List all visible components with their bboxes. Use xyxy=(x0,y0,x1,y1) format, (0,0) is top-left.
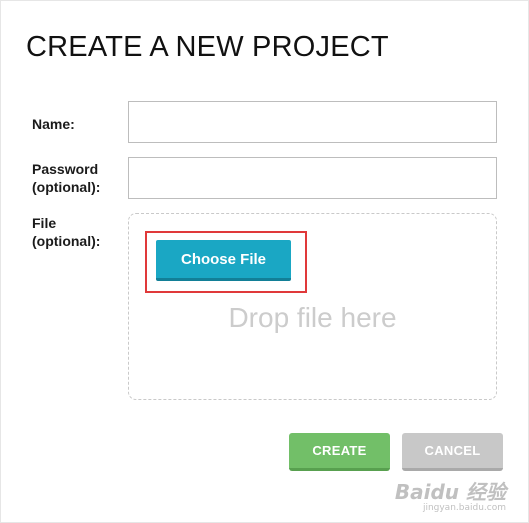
baidu-watermark: Baidu 经验 jingyan.baidu.com xyxy=(395,481,506,514)
drop-file-text: Drop file here xyxy=(228,302,397,333)
choose-file-button[interactable]: Choose File xyxy=(156,240,291,281)
name-label-text: Name: xyxy=(32,116,75,132)
create-button[interactable]: CREATE xyxy=(289,433,390,471)
password-label-line2: (optional): xyxy=(32,179,101,195)
password-label: Password (optional): xyxy=(32,160,100,196)
watermark-url: jingyan.baidu.com xyxy=(422,503,506,513)
create-project-dialog: CREATE A NEW PROJECT Name: Password (opt… xyxy=(0,0,529,523)
file-label-line1: File xyxy=(32,215,57,231)
password-label-line1: Password xyxy=(32,161,99,177)
password-input[interactable] xyxy=(128,157,497,199)
name-input[interactable] xyxy=(128,101,497,143)
dialog-title: CREATE A NEW PROJECT xyxy=(26,31,389,63)
file-label-line2: (optional): xyxy=(32,233,101,249)
file-label: File (optional): xyxy=(32,214,100,250)
cancel-button[interactable]: CANCEL xyxy=(402,433,503,471)
name-label: Name: xyxy=(32,115,75,133)
watermark-logo: Baidu 经验 xyxy=(394,480,506,504)
